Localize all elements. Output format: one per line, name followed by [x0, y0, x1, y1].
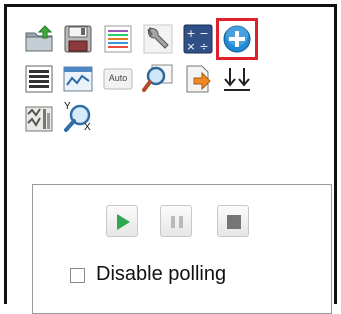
- xy-zoom-x-label: X: [84, 122, 91, 133]
- svg-text:×: ×: [186, 40, 195, 53]
- pause-icon: [171, 216, 183, 228]
- zoom-button[interactable]: [140, 61, 176, 97]
- xy-zoom-button[interactable]: Y X: [60, 101, 96, 137]
- zoom-icon: [142, 64, 173, 92]
- upload-button[interactable]: [21, 21, 57, 57]
- pause-button[interactable]: [160, 205, 192, 237]
- svg-text:+: +: [186, 27, 195, 40]
- svg-text:÷: ÷: [199, 40, 208, 53]
- upload-icon: [25, 25, 53, 52]
- chart-window-icon: [63, 66, 93, 92]
- calculator-button[interactable]: + − × ÷: [180, 21, 216, 57]
- auto-label: Auto: [108, 73, 128, 83]
- line-styles-icon: [104, 25, 132, 53]
- chart-window-button[interactable]: [60, 61, 96, 97]
- play-button[interactable]: [106, 205, 138, 237]
- list-button[interactable]: [21, 61, 57, 97]
- play-icon: [117, 214, 130, 230]
- multi-chart-button[interactable]: [21, 101, 57, 137]
- list-icon: [25, 65, 53, 93]
- export-button[interactable]: [180, 61, 216, 97]
- settings-button[interactable]: [140, 21, 176, 57]
- save-icon: [64, 25, 92, 53]
- tool-panel-frame: + − × ÷ Auto Y X Disable polling: [4, 4, 337, 314]
- align-bottom-icon: [224, 68, 250, 91]
- stop-icon: [227, 215, 241, 229]
- auto-scale-button[interactable]: Auto: [100, 61, 136, 97]
- svg-text:−: −: [199, 27, 208, 40]
- export-icon: [186, 65, 211, 93]
- align-bottom-button[interactable]: [219, 61, 255, 97]
- multi-chart-icon: [25, 106, 53, 132]
- add-icon: [223, 24, 251, 53]
- calculator-icon: + − × ÷: [183, 24, 213, 54]
- stop-button[interactable]: [217, 205, 249, 237]
- add-button[interactable]: [216, 18, 258, 60]
- save-button[interactable]: [60, 21, 96, 57]
- disable-polling-checkbox[interactable]: [70, 268, 85, 283]
- disable-polling-label[interactable]: Disable polling: [96, 263, 226, 286]
- wrench-icon: [143, 24, 173, 54]
- line-styles-button[interactable]: [100, 21, 136, 57]
- xy-zoom-y-label: Y: [64, 101, 71, 112]
